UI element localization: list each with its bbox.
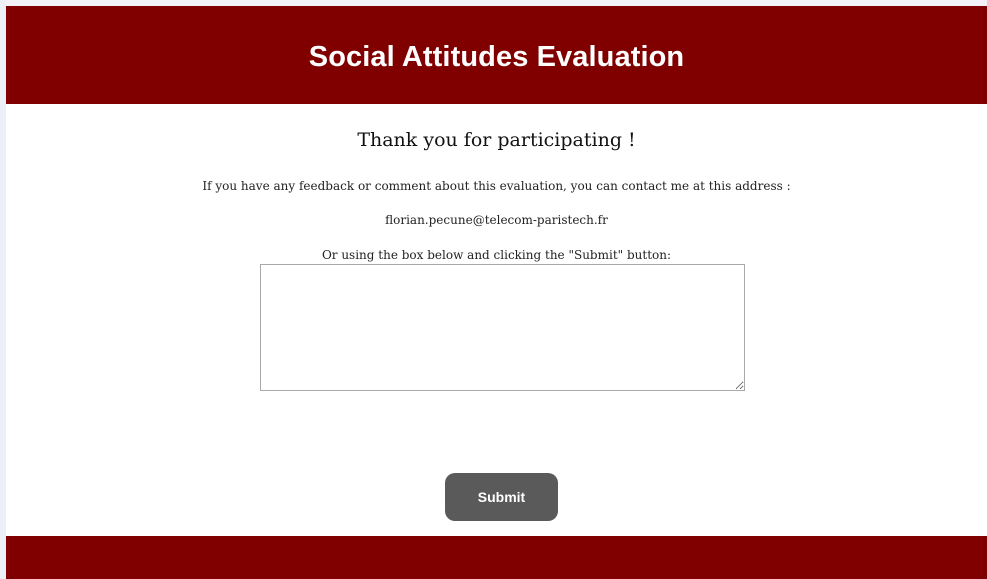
main-content: Thank you for participating ! If you hav…: [6, 104, 987, 536]
feedback-textarea[interactable]: [260, 264, 745, 391]
header-banner: Social Attitudes Evaluation: [6, 6, 987, 104]
submit-button[interactable]: Submit: [445, 473, 558, 521]
page: Social Attitudes Evaluation Thank you fo…: [0, 0, 987, 579]
box-instruction: Or using the box below and clicking the …: [321, 248, 672, 262]
contact-email: florian.pecune@telecom-paristech.fr: [385, 213, 608, 227]
footer-banner: [6, 536, 987, 579]
feedback-text: If you have any feedback or comment abou…: [202, 179, 791, 193]
thanks-heading: Thank you for participating !: [357, 129, 636, 151]
page-title: Social Attitudes Evaluation: [308, 40, 685, 73]
